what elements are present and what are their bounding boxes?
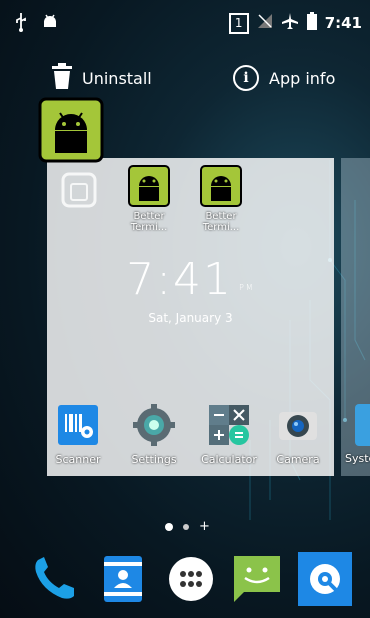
uninstall-label: Uninstall — [82, 68, 152, 88]
no-signal-icon — [257, 13, 273, 33]
app-label: Scanner — [55, 453, 101, 466]
system-app-icon — [355, 404, 370, 446]
app-camera[interactable]: Camera — [267, 404, 329, 466]
app-better-terminal-1[interactable]: Better Termi... — [119, 164, 179, 233]
dragged-app-icon[interactable] — [38, 97, 104, 163]
app-label: Better Termi... — [130, 211, 168, 233]
add-page-icon[interactable]: + — [199, 520, 210, 533]
sim-slot-indicator: 1 — [228, 12, 249, 34]
status-bar: 1 7:41 — [0, 0, 370, 46]
camera-icon — [279, 412, 317, 440]
uninstall-drop-target[interactable]: Uninstall — [52, 60, 152, 96]
dock — [0, 552, 370, 608]
calculator-icon — [209, 405, 249, 445]
info-icon: i — [233, 65, 259, 91]
scanner-icon — [58, 405, 98, 445]
workspace-preview-next[interactable]: Syste — [341, 158, 370, 476]
browser-icon[interactable] — [298, 552, 352, 606]
usb-icon — [14, 12, 28, 36]
trash-icon — [52, 63, 72, 93]
android-terminal-icon — [200, 165, 242, 207]
clock-widget-time[interactable]: 7:41 PM — [47, 254, 334, 305]
app-calculator[interactable]: Calculator — [198, 404, 260, 466]
page-dot-active[interactable] — [165, 523, 173, 531]
drop-placeholder-icon — [61, 172, 97, 208]
app-settings[interactable]: Settings — [123, 404, 185, 466]
app-label: Camera — [276, 453, 320, 466]
app-scanner[interactable]: Scanner — [47, 404, 109, 466]
android-debug-icon — [42, 12, 58, 36]
app-drawer-icon[interactable] — [164, 552, 218, 606]
app-label: Settings — [131, 453, 177, 466]
app-label: Syste — [345, 452, 370, 465]
app-label: Better Termi... — [202, 211, 240, 233]
app-info-drop-target[interactable]: i App info — [233, 60, 335, 96]
airplane-icon — [281, 12, 299, 34]
page-indicator[interactable]: + — [165, 520, 210, 533]
clock-widget-date: Sat, January 3 — [148, 311, 233, 325]
app-label: Calculator — [201, 453, 257, 466]
status-time: 7:41 — [324, 14, 362, 32]
app-better-terminal-2[interactable]: Better Termi... — [191, 164, 251, 233]
clock-time: 7:41 — [126, 254, 234, 305]
messaging-icon[interactable] — [230, 552, 284, 606]
battery-icon — [306, 12, 317, 34]
phone-icon[interactable] — [28, 552, 82, 606]
page-dot[interactable] — [183, 524, 189, 530]
contacts-icon[interactable] — [96, 552, 150, 606]
android-terminal-icon — [128, 165, 170, 207]
clock-ampm: PM — [239, 283, 255, 292]
settings-icon — [133, 404, 175, 446]
workspace-preview[interactable]: Better Termi... Better Termi... 7:41 PM S… — [47, 158, 334, 476]
app-info-label: App info — [269, 68, 336, 88]
